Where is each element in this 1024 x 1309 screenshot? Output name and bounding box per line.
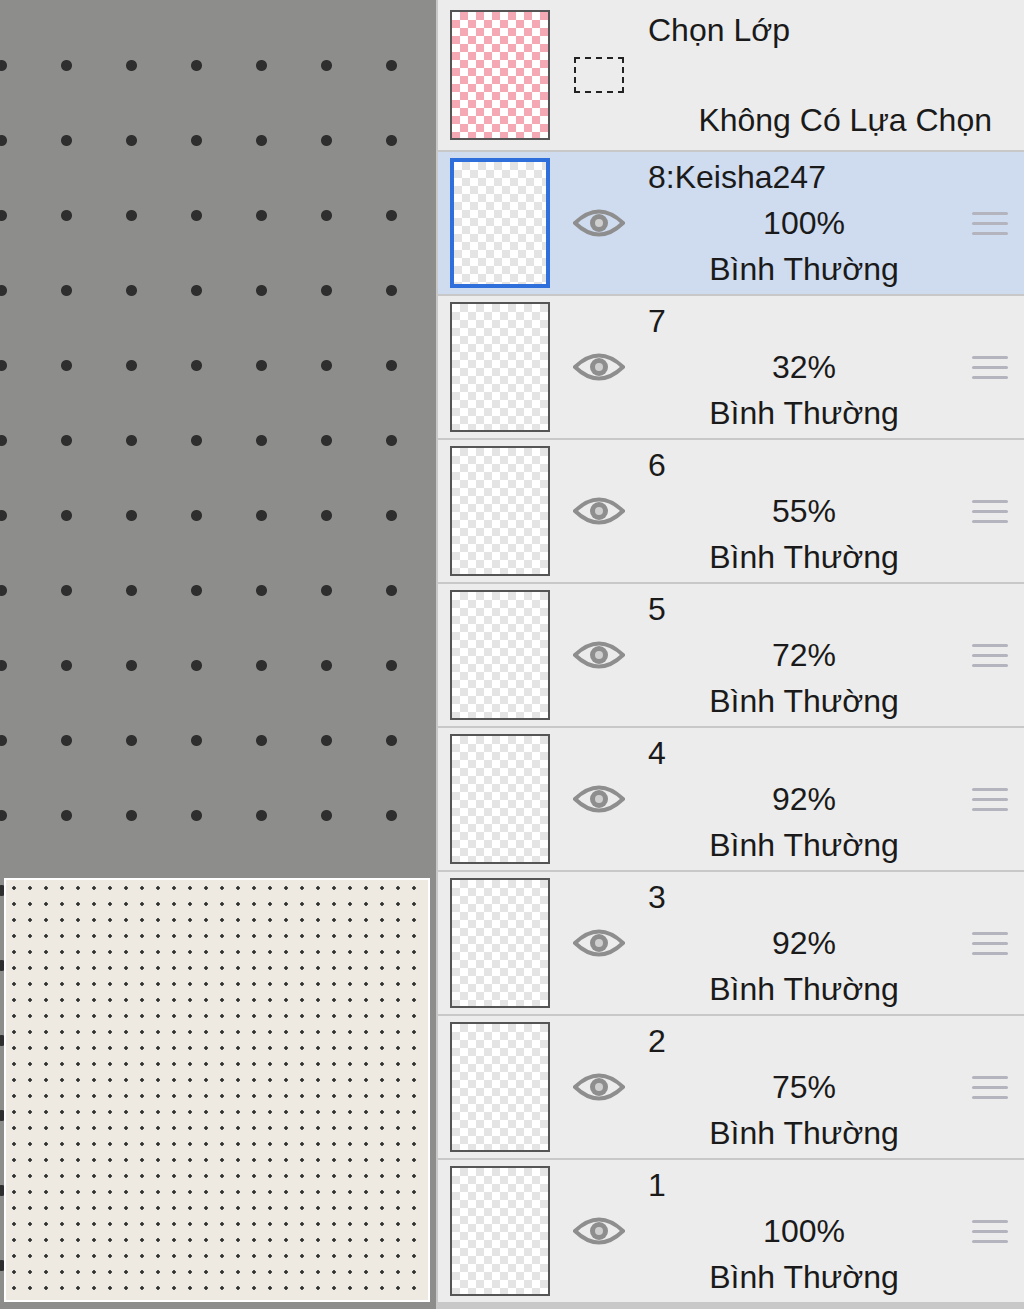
layer-opacity: 75% (648, 1064, 960, 1110)
layer-blend-mode: Bình Thường (648, 822, 960, 868)
layer-opacity: 92% (648, 920, 960, 966)
layer-name: 7 (648, 298, 960, 344)
artwork-preview[interactable] (4, 878, 430, 1302)
layer-row[interactable]: 8:Keisha247 100% Bình Thường (438, 152, 1024, 294)
layer-opacity: 100% (648, 1208, 960, 1254)
visibility-eye-icon[interactable] (573, 206, 625, 240)
paint-app: Chọn Lớp Không Có Lựa Chọn 8:Keisha247 1… (0, 0, 1024, 1309)
layer-opacity: 55% (648, 488, 960, 534)
selection-layer-row[interactable]: Chọn Lớp Không Có Lựa Chọn (438, 0, 1024, 150)
layer-row[interactable]: 5 72% Bình Thường (438, 584, 1024, 726)
selection-status: Không Có Lựa Chọn (648, 97, 1024, 143)
drag-handle-icon[interactable] (972, 1220, 1008, 1243)
layer-row[interactable]: 4 92% Bình Thường (438, 728, 1024, 870)
layer-thumbnail (450, 590, 550, 720)
visibility-eye-icon[interactable] (573, 782, 625, 816)
layer-blend-mode: Bình Thường (648, 534, 960, 580)
layer-name: 4 (648, 730, 960, 776)
drag-handle-icon[interactable] (972, 644, 1008, 667)
drag-handle-icon[interactable] (972, 212, 1008, 235)
layer-thumbnail (450, 1166, 550, 1296)
layer-row[interactable]: 6 55% Bình Thường (438, 440, 1024, 582)
drag-handle-icon[interactable] (972, 788, 1008, 811)
selection-marquee-icon (574, 57, 624, 93)
layer-opacity: 32% (648, 344, 960, 390)
layer-name: 3 (648, 874, 960, 920)
layer-blend-mode: Bình Thường (648, 1110, 960, 1156)
layer-thumbnail (450, 302, 550, 432)
canvas-view[interactable] (0, 0, 436, 1309)
layer-name: 6 (648, 442, 960, 488)
layer-blend-mode: Bình Thường (648, 1254, 960, 1300)
layer-row[interactable]: 1 100% Bình Thường (438, 1160, 1024, 1302)
drag-handle-icon[interactable] (972, 500, 1008, 523)
layer-thumbnail (450, 446, 550, 576)
visibility-eye-icon[interactable] (573, 1214, 625, 1248)
layer-thumbnail (450, 1022, 550, 1152)
layer-opacity: 72% (648, 632, 960, 678)
selection-layer-thumbnail (450, 10, 550, 140)
layer-thumbnail (450, 158, 550, 288)
visibility-eye-icon[interactable] (573, 350, 625, 384)
layer-row[interactable]: 7 32% Bình Thường (438, 296, 1024, 438)
layer-opacity: 100% (648, 200, 960, 246)
layer-blend-mode: Bình Thường (648, 390, 960, 436)
visibility-eye-icon[interactable] (573, 638, 625, 672)
layer-opacity: 92% (648, 776, 960, 822)
visibility-eye-icon[interactable] (573, 1070, 625, 1104)
layer-thumbnail (450, 878, 550, 1008)
layer-row[interactable]: 3 92% Bình Thường (438, 872, 1024, 1014)
layer-row[interactable]: 2 75% Bình Thường (438, 1016, 1024, 1158)
layer-name: 2 (648, 1018, 960, 1064)
layer-blend-mode: Bình Thường (648, 678, 960, 724)
layer-blend-mode: Bình Thường (648, 966, 960, 1012)
layer-name: 8:Keisha247 (648, 154, 960, 200)
drag-handle-icon[interactable] (972, 356, 1008, 379)
visibility-eye-icon[interactable] (573, 926, 625, 960)
layer-thumbnail (450, 734, 550, 864)
layer-name: 1 (648, 1162, 960, 1208)
visibility-eye-icon[interactable] (573, 494, 625, 528)
selection-layer-title: Chọn Lớp (648, 7, 1024, 53)
drag-handle-icon[interactable] (972, 932, 1008, 955)
drag-handle-icon[interactable] (972, 1076, 1008, 1099)
layer-name: 5 (648, 586, 960, 632)
layer-blend-mode: Bình Thường (648, 246, 960, 292)
layer-panel: Chọn Lớp Không Có Lựa Chọn 8:Keisha247 1… (438, 0, 1024, 1309)
